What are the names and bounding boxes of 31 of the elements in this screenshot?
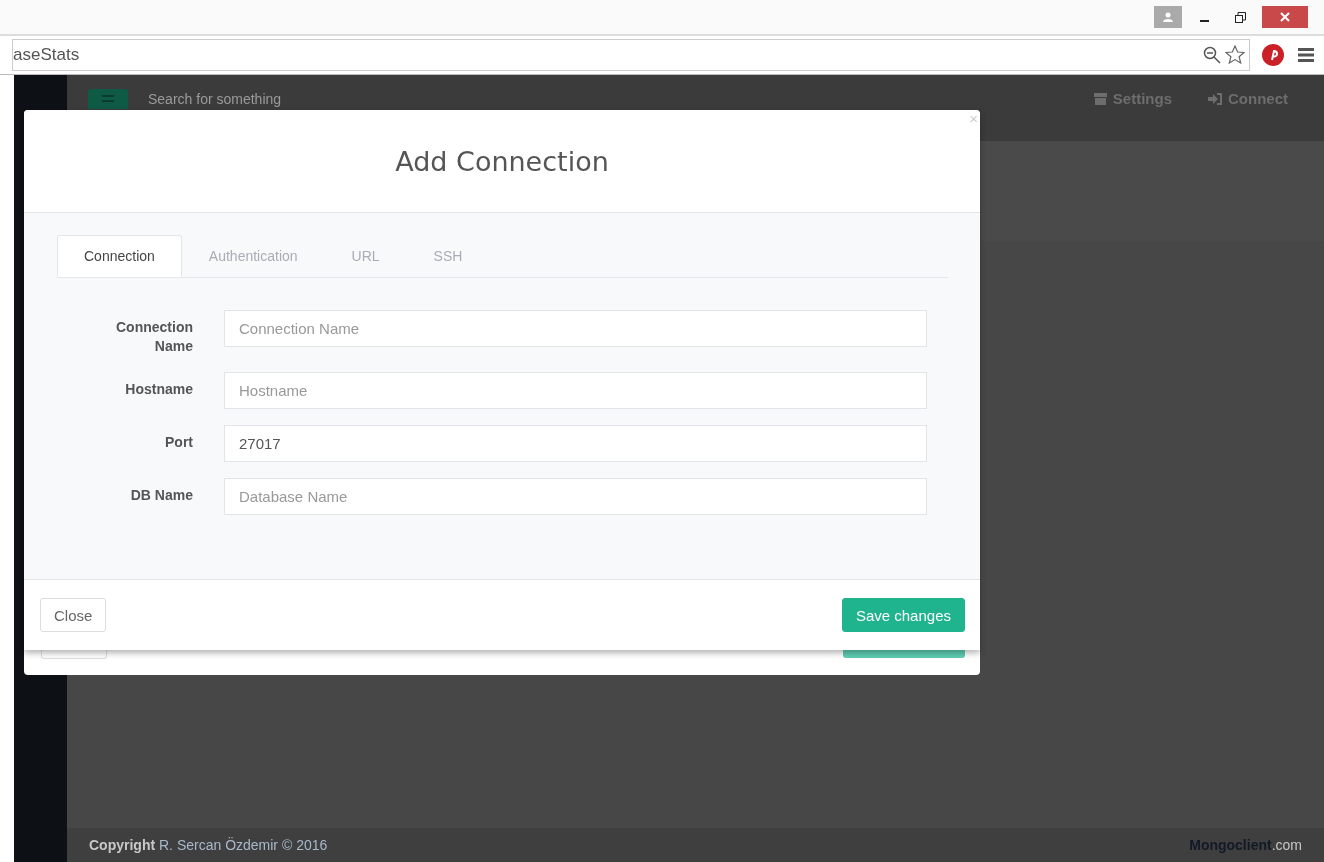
field-label: Port [164,433,193,452]
zoom-out-icon[interactable] [1203,46,1221,64]
minimize-icon [1199,20,1209,22]
close-icon [1280,12,1290,22]
star-icon[interactable] [1225,45,1245,65]
close-button[interactable]: Close [40,598,107,632]
tab[interactable]: Authentication [181,235,325,277]
pin-logo-icon[interactable] [1262,44,1284,66]
field-label: Connection Name [115,318,193,356]
field-label: Hostname [124,380,193,399]
input-field[interactable]: Hostname [224,372,927,409]
menu-icon[interactable] [1298,48,1314,62]
address-bar[interactable]: aseStats [12,39,1250,71]
tab[interactable]: Connection [57,235,182,277]
copyright-text: Copyright R. Sercan Özdemir © 2016 [89,837,328,853]
save-button[interactable]: Save changes [841,598,965,632]
field-label: DB Name [129,486,193,505]
close-button[interactable]: × [967,110,980,127]
menu-icon [102,95,114,103]
tab[interactable]: SSH [406,235,490,277]
restore-icon [1234,11,1246,23]
search-field[interactable]: Search for something [148,89,1058,109]
user-icon [1163,12,1173,22]
input-field[interactable]: Database Name [224,478,927,515]
input-field[interactable]: 27017 [224,425,927,462]
tab[interactable]: URL [324,235,407,277]
archive-icon [1093,93,1107,105]
sign-in-icon [1208,93,1222,105]
modal-title: Add Connection [395,145,609,177]
close-window-button[interactable] [1262,6,1308,28]
input-field[interactable]: Connection Name [224,310,927,347]
